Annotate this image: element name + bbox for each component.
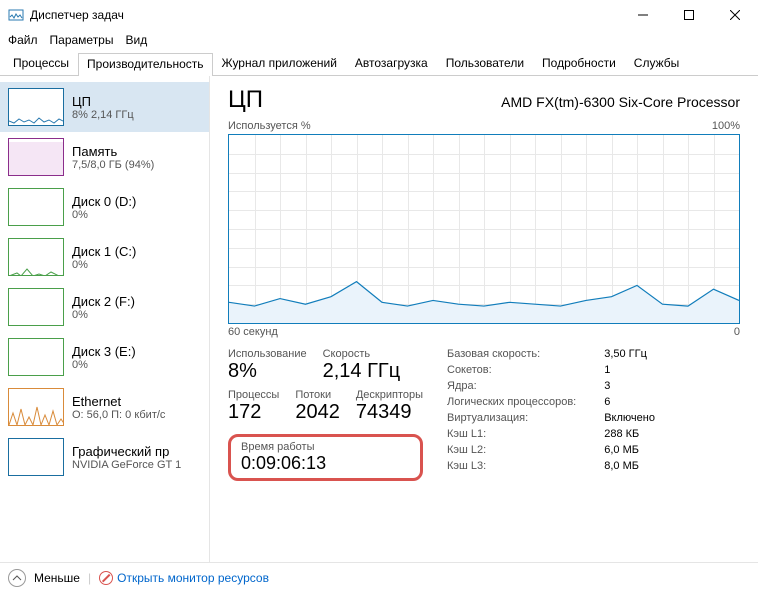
uptime-highlight: Время работы 0:09:06:13 (228, 434, 423, 481)
cpu-heading: ЦП (228, 86, 263, 114)
tab-performance[interactable]: Производительность (78, 53, 212, 76)
info-cores-k: Ядра: (447, 380, 576, 392)
info-lp-k: Логических процессоров: (447, 396, 576, 408)
processes-label: Процессы (228, 389, 279, 401)
sidebar-item-disk2[interactable]: Диск 2 (F:)0% (0, 282, 209, 332)
info-virt-k: Виртуализация: (447, 412, 576, 424)
disk-thumb-chart (8, 338, 64, 376)
footer: Меньше | Открыть монитор ресурсов (0, 562, 758, 592)
cpu-usage-chart[interactable] (228, 134, 740, 324)
tab-services[interactable]: Службы (625, 52, 688, 75)
sidebar-label: Диск 2 (F:) (72, 294, 135, 309)
resource-monitor-label: Открыть монитор ресурсов (117, 571, 269, 585)
info-base-speed-k: Базовая скорость: (447, 348, 576, 360)
close-button[interactable] (712, 0, 758, 30)
resource-monitor-icon (99, 571, 113, 585)
usage-label: Использование (228, 348, 307, 360)
sidebar-label: Диск 0 (D:) (72, 194, 136, 209)
sidebar-label: Память (72, 144, 154, 159)
sidebar-item-disk1[interactable]: Диск 1 (C:)0% (0, 232, 209, 282)
chart-x-right: 0 (734, 326, 740, 338)
info-l3-v: 8,0 МБ (604, 460, 655, 472)
info-sockets-v: 1 (604, 364, 655, 376)
sidebar-sub: 0% (72, 209, 136, 221)
ethernet-thumb-chart (8, 388, 64, 426)
sidebar-item-cpu[interactable]: ЦП8% 2,14 ГГц (0, 82, 209, 132)
performance-panel: ЦП AMD FX(tm)-6300 Six-Core Processor Ис… (210, 76, 758, 562)
sidebar-sub: 7,5/8,0 ГБ (94%) (72, 159, 154, 171)
menu-options[interactable]: Параметры (50, 33, 114, 47)
info-l1-k: Кэш L1: (447, 428, 576, 440)
tab-app-history[interactable]: Журнал приложений (213, 52, 346, 75)
minimize-button[interactable] (620, 0, 666, 30)
handles-value: 74349 (356, 401, 423, 424)
memory-thumb-chart (8, 138, 64, 176)
tab-strip: Процессы Производительность Журнал прило… (0, 52, 758, 76)
tab-details[interactable]: Подробности (533, 52, 625, 75)
cpu-model: AMD FX(tm)-6300 Six-Core Processor (501, 94, 740, 110)
app-icon (8, 7, 24, 23)
sidebar-label: Графический пр (72, 444, 181, 459)
info-cores-v: 3 (604, 380, 655, 392)
sidebar-label: Диск 1 (C:) (72, 244, 136, 259)
sidebar-label: ЦП (72, 94, 134, 109)
info-l2-v: 6,0 МБ (604, 444, 655, 456)
sidebar-sub: NVIDIA GeForce GT 1 (72, 459, 181, 471)
processes-value: 172 (228, 401, 279, 424)
sidebar-item-gpu[interactable]: Графический прNVIDIA GeForce GT 1 (0, 432, 209, 482)
sidebar-item-disk3[interactable]: Диск 3 (E:)0% (0, 332, 209, 382)
chevron-up-icon (12, 573, 22, 583)
menubar: Файл Параметры Вид (0, 30, 758, 50)
disk-thumb-chart (8, 238, 64, 276)
threads-label: Потоки (295, 389, 340, 401)
sidebar-item-ethernet[interactable]: EthernetО: 56,0 П: 0 кбит/с (0, 382, 209, 432)
disk-thumb-chart (8, 188, 64, 226)
sidebar-item-memory[interactable]: Память7,5/8,0 ГБ (94%) (0, 132, 209, 182)
menu-view[interactable]: Вид (125, 33, 147, 47)
menu-file[interactable]: Файл (8, 33, 38, 47)
info-base-speed-v: 3,50 ГГц (604, 348, 655, 360)
titlebar: Диспетчер задач (0, 0, 758, 30)
maximize-button[interactable] (666, 0, 712, 30)
cpu-info-grid: Базовая скорость: 3,50 ГГц Сокетов: 1 Ядра… (447, 348, 655, 481)
sidebar-sub: 0% (72, 259, 136, 271)
sidebar-sub: 8% 2,14 ГГц (72, 109, 134, 121)
sidebar-sub: О: 56,0 П: 0 кбит/с (72, 409, 165, 421)
cpu-thumb-chart (8, 88, 64, 126)
info-l3-k: Кэш L3: (447, 460, 576, 472)
uptime-value: 0:09:06:13 (241, 453, 410, 474)
info-l1-v: 288 КБ (604, 428, 655, 440)
sidebar-label: Ethernet (72, 394, 165, 409)
window-title: Диспетчер задач (30, 8, 620, 22)
info-lp-v: 6 (604, 396, 655, 408)
speed-label: Скорость (323, 348, 401, 360)
info-l2-k: Кэш L2: (447, 444, 576, 456)
speed-value: 2,14 ГГц (323, 360, 401, 383)
chart-y-max: 100% (712, 120, 740, 132)
fewer-details-label[interactable]: Меньше (34, 571, 80, 585)
tab-processes[interactable]: Процессы (4, 52, 78, 75)
threads-value: 2042 (295, 401, 340, 424)
sidebar-label: Диск 3 (E:) (72, 344, 136, 359)
sidebar-sub: 0% (72, 309, 135, 321)
gpu-thumb-chart (8, 438, 64, 476)
sidebar[interactable]: ЦП8% 2,14 ГГц Память7,5/8,0 ГБ (94%) Дис… (0, 76, 210, 562)
usage-value: 8% (228, 360, 307, 383)
handles-label: Дескрипторы (356, 389, 423, 401)
chart-x-left: 60 секунд (228, 326, 278, 338)
fewer-details-button[interactable] (8, 569, 26, 587)
disk-thumb-chart (8, 288, 64, 326)
open-resource-monitor-link[interactable]: Открыть монитор ресурсов (99, 571, 269, 585)
sidebar-item-disk0[interactable]: Диск 0 (D:)0% (0, 182, 209, 232)
info-sockets-k: Сокетов: (447, 364, 576, 376)
sidebar-sub: 0% (72, 359, 136, 371)
chart-y-label: Используется % (228, 120, 311, 132)
tab-startup[interactable]: Автозагрузка (346, 52, 437, 75)
info-virt-v: Включено (604, 412, 655, 424)
tab-users[interactable]: Пользователи (437, 52, 533, 75)
uptime-label: Время работы (241, 441, 410, 453)
